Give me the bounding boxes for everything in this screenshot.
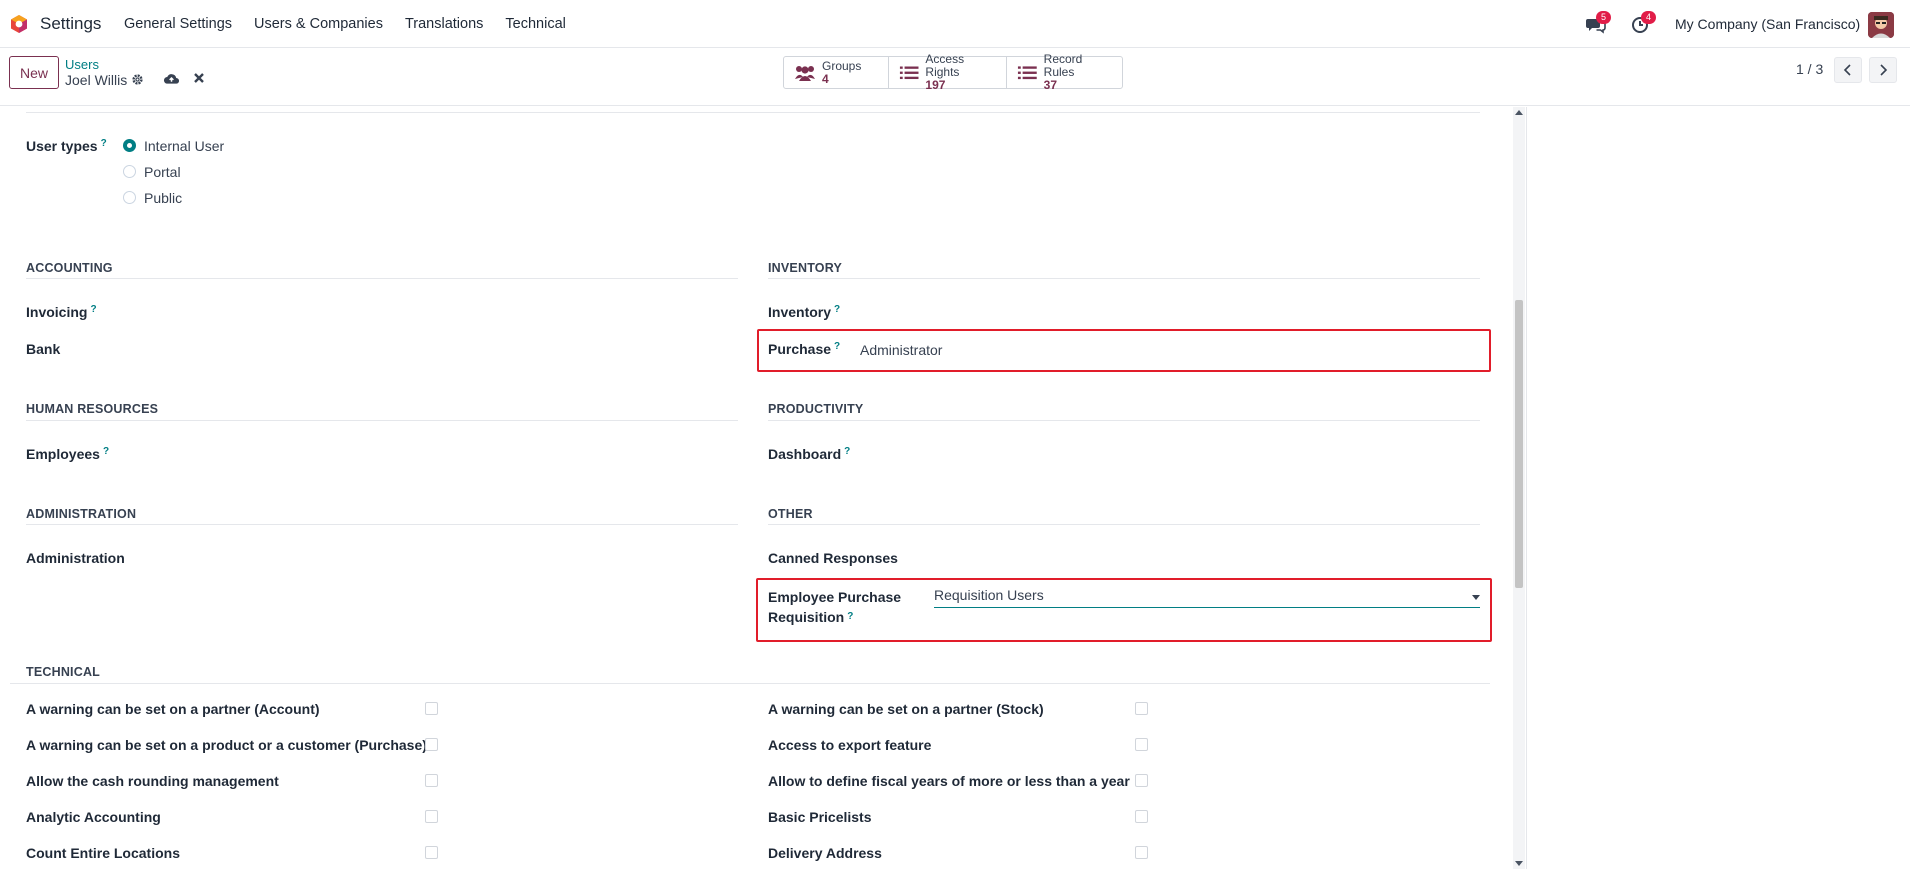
record-rules-count: 37 — [1043, 78, 1058, 92]
activities-clock-icon[interactable]: 4 — [1631, 11, 1656, 34]
top-navbar: Settings General Settings Users & Compan… — [0, 0, 1910, 48]
divider — [768, 420, 1480, 421]
field-purchase-label: Purchase? — [768, 341, 841, 357]
divider — [10, 683, 1490, 684]
radio-label-internal-user[interactable]: Internal User — [144, 138, 224, 154]
access-rights-label: Access Rights — [925, 52, 965, 79]
breadcrumb-users[interactable]: Users — [65, 57, 99, 72]
tech-right-2-checkbox[interactable] — [1135, 774, 1148, 787]
record-rules-smart-button[interactable]: Record Rules 37 — [1007, 53, 1122, 92]
section-other: OTHER — [768, 507, 813, 521]
tech-right-2-label: Allow to define fiscal years of more or … — [768, 773, 1130, 789]
main-menu: General Settings Users & Companies Trans… — [124, 16, 588, 32]
field-bank-label: Bank — [26, 341, 61, 357]
employee-purchase-requisition-select[interactable]: Requisition Users — [934, 586, 1480, 608]
tech-left-3-label: Analytic Accounting — [26, 809, 161, 825]
tech-left-2-checkbox[interactable] — [425, 774, 438, 787]
cloud-save-icon[interactable] — [163, 71, 180, 85]
tech-left-4-label: Count Entire Locations — [26, 845, 180, 861]
odoo-logo-icon[interactable] — [9, 14, 29, 34]
tech-right-1-label: Access to export feature — [768, 737, 932, 753]
user-types-label: User types? — [26, 138, 107, 154]
chevron-right-icon — [1880, 64, 1888, 76]
groups-smart-button[interactable]: Groups 4 — [784, 57, 889, 88]
section-human-resources: HUMAN RESOURCES — [26, 402, 159, 416]
employee-purchase-requisition-value: Requisition Users — [934, 587, 1044, 603]
form-sheet — [10, 107, 1490, 869]
divider — [26, 278, 738, 279]
pager-previous-button[interactable] — [1834, 57, 1862, 83]
scroll-down-arrow-icon[interactable] — [1515, 861, 1523, 866]
tech-right-0-label: A warning can be set on a partner (Stock… — [768, 701, 1044, 717]
groups-count: 4 — [822, 71, 829, 86]
radio-portal[interactable] — [123, 165, 136, 178]
user-avatar[interactable] — [1868, 12, 1894, 38]
tech-left-4-checkbox[interactable] — [425, 846, 438, 859]
list-icon — [1017, 65, 1037, 79]
radio-internal-user[interactable] — [123, 139, 136, 152]
tech-right-4-label: Delivery Address — [768, 845, 882, 861]
tech-left-1-label: A warning can be set on a product or a c… — [26, 737, 427, 753]
tech-right-3-label: Basic Pricelists — [768, 809, 872, 825]
divider — [26, 420, 738, 421]
tech-right-4-checkbox[interactable] — [1135, 846, 1148, 859]
tech-right-1-checkbox[interactable] — [1135, 738, 1148, 751]
section-accounting: ACCOUNTING — [26, 261, 113, 275]
field-dashboard-label: Dashboard? — [768, 446, 851, 462]
users-icon — [795, 65, 815, 81]
messages-badge: 5 — [1596, 11, 1611, 24]
activities-badge: 4 — [1641, 11, 1656, 24]
radio-label-public[interactable]: Public — [144, 190, 182, 206]
tech-left-3-checkbox[interactable] — [425, 810, 438, 823]
divider — [768, 524, 1480, 525]
field-inventory-label: Inventory? — [768, 304, 841, 320]
app-name[interactable]: Settings — [40, 14, 101, 34]
tech-left-0-checkbox[interactable] — [425, 702, 438, 715]
scroll-up-arrow-icon[interactable] — [1515, 110, 1523, 115]
menu-translations[interactable]: Translations — [405, 16, 483, 32]
tech-left-2-label: Allow the cash rounding management — [26, 773, 279, 789]
field-administration-label: Administration — [26, 550, 125, 566]
form-scrollbar[interactable] — [1513, 107, 1525, 869]
chatter-panel — [1526, 107, 1910, 869]
scrollbar-thumb[interactable] — [1515, 300, 1523, 588]
section-administration: ADMINISTRATION — [26, 507, 137, 521]
access-rights-count: 197 — [925, 78, 946, 92]
tech-left-0-label: A warning can be set on a partner (Accou… — [26, 701, 320, 717]
section-technical: TECHNICAL — [26, 665, 101, 679]
field-employees-label: Employees? — [26, 446, 110, 462]
field-canned-responses-label: Canned Responses — [768, 550, 898, 566]
tech-right-0-checkbox[interactable] — [1135, 702, 1148, 715]
gear-icon[interactable] — [131, 73, 144, 86]
record-rules-label: Record Rules — [1043, 52, 1083, 79]
radio-public[interactable] — [123, 191, 136, 204]
discard-x-icon[interactable] — [193, 72, 205, 84]
field-invoicing-label: Invoicing? — [26, 304, 97, 320]
menu-technical[interactable]: Technical — [505, 16, 565, 32]
tech-right-3-checkbox[interactable] — [1135, 810, 1148, 823]
access-rights-smart-button[interactable]: Access Rights 197 — [889, 53, 1007, 92]
menu-general-settings[interactable]: General Settings — [124, 16, 232, 32]
menu-users-companies[interactable]: Users & Companies — [254, 16, 383, 32]
list-icon — [899, 66, 919, 79]
divider — [768, 278, 1480, 279]
chevron-left-icon — [1843, 64, 1851, 76]
breadcrumb-current-record: Joel Willis — [65, 72, 128, 88]
radio-label-portal[interactable]: Portal — [144, 164, 181, 180]
pager-value[interactable]: 1 / 3 — [1796, 61, 1823, 77]
field-employee-purchase-requisition-label: Employee Purchase Requisition? — [768, 589, 902, 625]
pager-next-button[interactable] — [1869, 57, 1897, 83]
messages-icon[interactable]: 5 — [1586, 11, 1611, 34]
section-inventory: INVENTORY — [768, 261, 843, 275]
tech-left-1-checkbox[interactable] — [425, 738, 438, 751]
divider — [26, 112, 1480, 113]
smart-buttons: Groups 4 Access Rights 197 Record Rules 37 — [783, 53, 1123, 92]
divider — [26, 524, 738, 525]
section-productivity: PRODUCTIVITY — [768, 402, 864, 416]
new-button[interactable]: New — [9, 56, 59, 89]
company-switcher[interactable]: My Company (San Francisco) — [1675, 16, 1860, 32]
chevron-down-icon — [1472, 595, 1480, 600]
field-purchase-value[interactable]: Administrator — [860, 342, 942, 358]
groups-label: Groups — [822, 58, 862, 73]
